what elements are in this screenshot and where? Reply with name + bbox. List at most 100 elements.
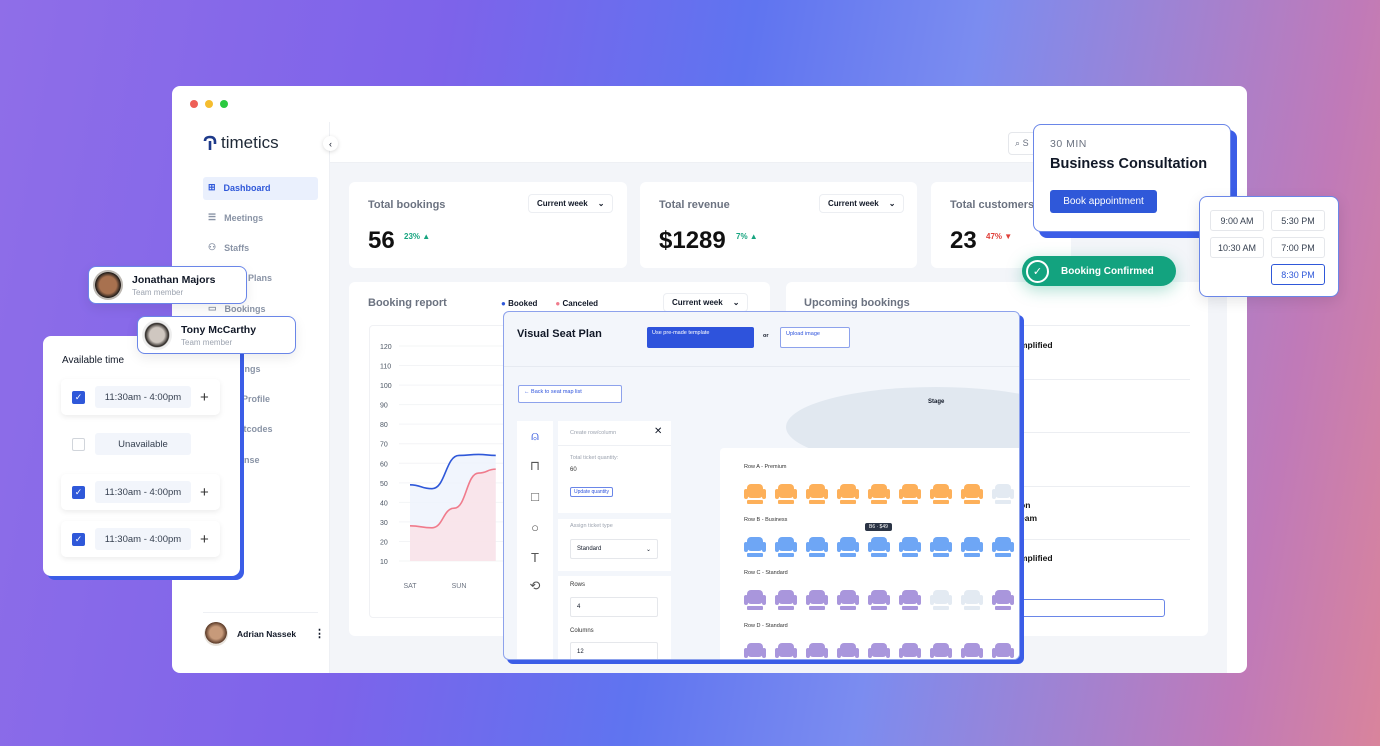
more-vertical-icon[interactable]: ⋮ [314, 627, 325, 640]
time-slot[interactable]: 10:30 AM [1210, 237, 1264, 258]
time-slots-card: 9:00 AM 5:30 PM 10:30 AM 7:00 PM 8:30 PM [1199, 196, 1339, 297]
upload-image-button[interactable]: Upload image [780, 327, 850, 348]
period-select[interactable]: Current week ⌄ [528, 194, 614, 213]
columns-label: Columns [570, 628, 594, 634]
period-label: Current week [828, 199, 879, 208]
seat[interactable] [806, 536, 828, 558]
seat[interactable] [806, 589, 828, 611]
circle-tool-icon[interactable]: ○ [527, 519, 543, 535]
ticket-type-select[interactable]: Standard ⌄ [570, 539, 658, 559]
period-select[interactable]: Current week ⌄ [663, 293, 749, 312]
seat[interactable] [868, 483, 890, 505]
time-range[interactable]: 11:30am - 4:00pm [95, 481, 191, 503]
sidebar-item-profile[interactable]: Profile [242, 394, 270, 404]
seat-map: Row A - Premium Row B - Business Row C - S… [720, 448, 1019, 659]
seat[interactable] [930, 642, 952, 659]
logo[interactable]: timetics [203, 133, 279, 153]
seat[interactable] [806, 483, 828, 505]
seat[interactable] [930, 483, 952, 505]
sidebar-item-settings[interactable]: ings [242, 364, 261, 374]
collapse-sidebar-button[interactable]: ‹ [323, 136, 338, 151]
seat[interactable] [837, 589, 859, 611]
back-to-seat-map-button[interactable]: ← Back to seat map list [518, 385, 622, 403]
update-quantity-button[interactable]: Update quantity [570, 487, 614, 497]
plus-icon[interactable]: + [200, 484, 209, 501]
close-dot[interactable] [190, 100, 198, 108]
plus-icon[interactable]: + [200, 389, 209, 406]
seat[interactable] [868, 589, 890, 611]
time-slot[interactable]: 7:00 PM [1271, 237, 1325, 258]
table-tool-icon[interactable]: ⊓ [527, 458, 543, 474]
seat[interactable] [775, 483, 797, 505]
checkbox-checked[interactable]: ✓ [72, 532, 85, 546]
plus-icon[interactable]: + [200, 531, 209, 548]
stat-title: Total customers [950, 199, 1035, 211]
seat-tool-icon[interactable]: ⍝ [527, 428, 543, 444]
time-slot[interactable]: 9:00 AM [1210, 210, 1264, 231]
search-placeholder: S [1022, 138, 1029, 148]
sidebar-item-license[interactable]: nse [244, 455, 260, 465]
square-tool-icon[interactable]: □ [527, 488, 543, 504]
seat[interactable] [899, 483, 921, 505]
sidebar-item-shortcodes[interactable]: rtcodes [240, 424, 273, 434]
seat[interactable] [961, 642, 983, 659]
seat[interactable] [775, 589, 797, 611]
brand-name: timetics [221, 133, 279, 152]
seat[interactable] [899, 536, 921, 558]
checkbox-unchecked[interactable] [72, 437, 85, 451]
booking-row[interactable]: mplified [1020, 553, 1053, 563]
seat[interactable] [744, 589, 766, 611]
checkbox-checked[interactable]: ✓ [72, 390, 85, 404]
sidebar-item-bookings[interactable]: ▭ Bookings [208, 303, 266, 314]
seat[interactable] [744, 642, 766, 659]
minimize-dot[interactable] [205, 100, 213, 108]
book-appointment-button[interactable]: Book appointment [1050, 190, 1157, 213]
sidebar-item-staffs[interactable]: ⚇ Staffs [208, 242, 249, 253]
seat[interactable] [992, 642, 1014, 659]
seat[interactable] [899, 642, 921, 659]
seat[interactable] [961, 483, 983, 505]
seat[interactable] [868, 642, 890, 659]
seat[interactable] [837, 642, 859, 659]
checkbox-checked[interactable]: ✓ [72, 485, 85, 499]
seat[interactable] [992, 589, 1014, 611]
seat[interactable] [899, 589, 921, 611]
time-slot-selected[interactable]: 8:30 PM [1271, 264, 1325, 285]
sidebar-item-plans[interactable]: Plans [248, 273, 272, 283]
maximize-dot[interactable] [220, 100, 228, 108]
seat[interactable] [992, 536, 1014, 558]
time-slot[interactable]: 5:30 PM [1271, 210, 1325, 231]
seat[interactable] [744, 536, 766, 558]
use-template-button[interactable]: Use pre-made template [647, 327, 754, 348]
member-card[interactable]: Tony McCarthy Team member [137, 316, 296, 354]
seat[interactable] [837, 483, 859, 505]
divider [1020, 486, 1190, 487]
seat[interactable] [961, 536, 983, 558]
seat[interactable] [930, 536, 952, 558]
seat[interactable] [775, 642, 797, 659]
legend-canceled: ● Canceled [555, 299, 599, 308]
time-range[interactable]: 11:30am - 4:00pm [95, 528, 191, 550]
sidebar-label: Staffs [224, 242, 250, 253]
seat[interactable] [930, 589, 952, 611]
close-icon[interactable]: ✕ [654, 426, 662, 437]
seat[interactable] [868, 536, 890, 558]
rows-input[interactable]: 4 [570, 597, 658, 617]
seat[interactable] [837, 536, 859, 558]
sidebar-item-meetings[interactable]: ☰ Meetings [208, 212, 263, 223]
time-range[interactable]: 11:30am - 4:00pm [95, 386, 191, 408]
seat[interactable] [744, 483, 766, 505]
booking-row[interactable]: mplified [1020, 340, 1053, 350]
period-select[interactable]: Current week ⌄ [819, 194, 905, 213]
columns-input[interactable]: 12 [570, 642, 658, 659]
rotate-tool-icon[interactable]: ⟲ [527, 578, 543, 594]
user-avatar[interactable] [204, 622, 228, 646]
chevron-down-icon: ⌄ [732, 298, 740, 307]
seat[interactable] [992, 483, 1014, 505]
seat[interactable] [961, 589, 983, 611]
member-card[interactable]: Jonathan Majors Team member [88, 266, 247, 304]
seat[interactable] [806, 642, 828, 659]
text-tool-icon[interactable]: T [527, 549, 543, 565]
input-field[interactable] [1015, 599, 1165, 617]
seat[interactable] [775, 536, 797, 558]
